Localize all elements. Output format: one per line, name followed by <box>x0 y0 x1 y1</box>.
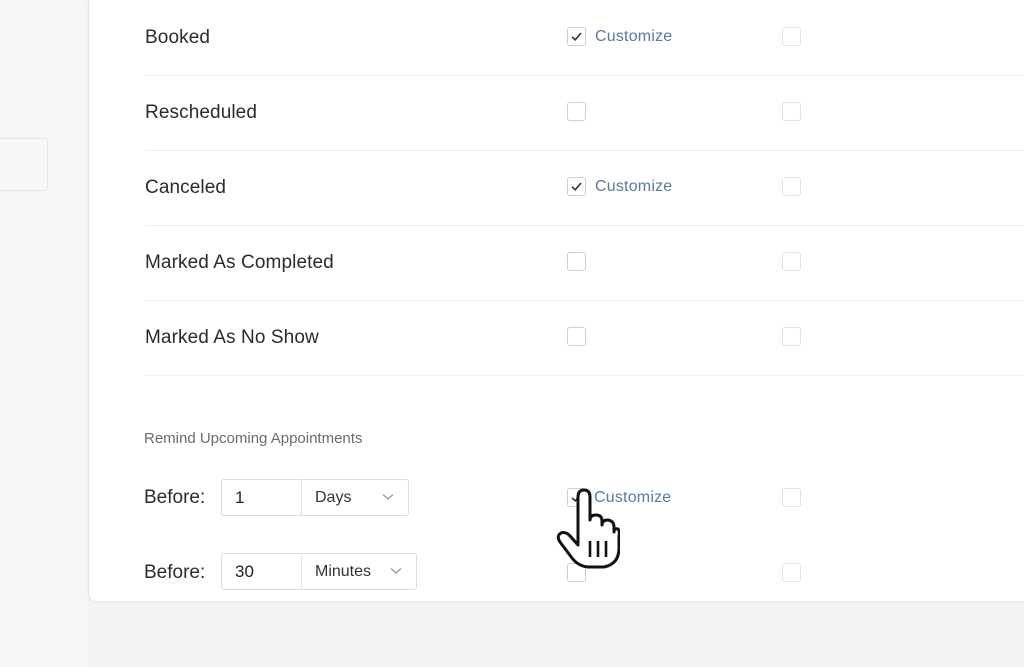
notification-label: Booked <box>145 27 211 48</box>
reminder-2-unit-select[interactable]: Minutes <box>301 553 417 590</box>
reminders-section-title: Remind Upcoming Appointments <box>144 430 363 447</box>
reminder-2-value-input[interactable]: 30 <box>221 553 302 590</box>
reminder-2-unit-value: Minutes <box>315 563 372 580</box>
reminder-before-label: Before: <box>144 562 206 583</box>
customer-checkbox-no-show[interactable] <box>567 327 586 346</box>
customer-checkbox-canceled[interactable] <box>567 177 586 196</box>
check-icon <box>571 32 582 41</box>
reminder-1-unit-select[interactable]: Days <box>301 479 409 516</box>
secondary-checkbox-completed[interactable] <box>782 252 801 271</box>
secondary-checkbox-no-show[interactable] <box>782 327 801 346</box>
reminder-1-value-input[interactable]: 1 <box>221 479 302 516</box>
customer-checkbox-completed[interactable] <box>567 252 586 271</box>
secondary-checkbox-booked[interactable] <box>782 27 801 46</box>
customer-checkbox-rescheduled[interactable] <box>567 102 586 121</box>
secondary-checkbox-canceled[interactable] <box>782 177 801 196</box>
secondary-checkbox-reminder-2[interactable] <box>782 563 801 582</box>
customize-link-canceled[interactable]: Customize <box>595 178 672 196</box>
notification-label: Marked As Completed <box>145 252 334 273</box>
customize-link-booked[interactable]: Customize <box>595 28 672 46</box>
sidebar-field[interactable] <box>0 138 48 191</box>
reminder-1-unit-value: Days <box>315 489 352 506</box>
check-icon <box>571 182 582 191</box>
hand-pointer-icon <box>556 488 620 569</box>
secondary-checkbox-reminder-1[interactable] <box>782 488 801 507</box>
notification-label: Rescheduled <box>145 102 258 123</box>
chevron-down-icon <box>382 494 394 500</box>
reminder-before-label: Before: <box>144 487 206 508</box>
notification-label: Marked As No Show <box>145 327 319 348</box>
secondary-checkbox-rescheduled[interactable] <box>782 102 801 121</box>
left-sidebar <box>0 0 88 667</box>
chevron-down-icon <box>390 568 402 574</box>
customer-checkbox-booked[interactable] <box>567 27 586 46</box>
notification-label: Canceled <box>145 177 227 198</box>
